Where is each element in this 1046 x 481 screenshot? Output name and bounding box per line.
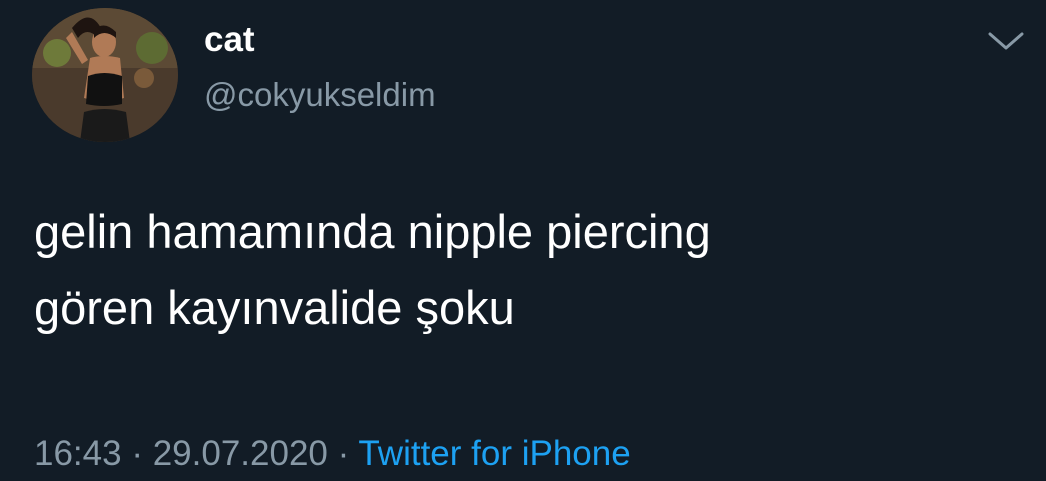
tweet-text-line: gelin hamamında nipple piercing xyxy=(34,205,711,258)
avatar[interactable] xyxy=(32,8,178,142)
tweet-card: cat @cokyukseldim gelin hamamında nipple… xyxy=(0,0,1046,481)
separator: · xyxy=(327,434,359,473)
tweet-text: gelin hamamında nipple piercing gören ka… xyxy=(34,194,1014,346)
chevron-down-icon[interactable] xyxy=(984,24,1028,56)
tweet-time[interactable]: 16:43 xyxy=(34,434,122,473)
user-handle[interactable]: @cokyukseldim xyxy=(204,74,436,116)
profile-photo xyxy=(32,8,178,142)
tweet-source-link[interactable]: Twitter for iPhone xyxy=(358,434,630,473)
separator: · xyxy=(121,434,153,473)
tweet-date[interactable]: 29.07.2020 xyxy=(153,434,328,473)
display-name[interactable]: cat xyxy=(204,18,255,62)
tweet-metadata: 16:43 · 29.07.2020 · Twitter for iPhone xyxy=(34,432,631,476)
tweet-text-line: gören kayınvalide şoku xyxy=(34,281,515,334)
